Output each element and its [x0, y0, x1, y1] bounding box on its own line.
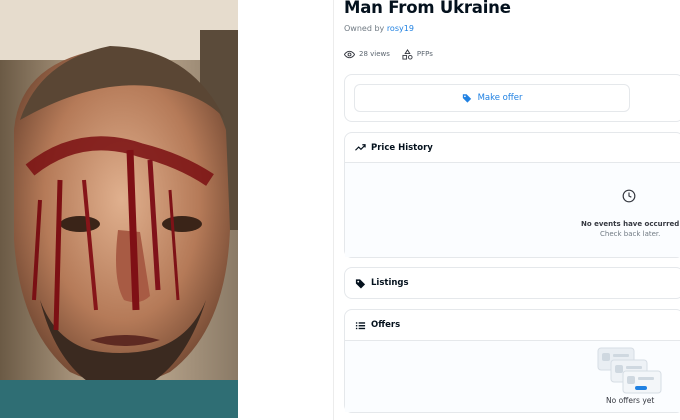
collection-stat[interactable]: PFPs	[402, 48, 433, 60]
owned-by-label: Owned by	[344, 24, 385, 33]
offers-header[interactable]: Offers	[345, 310, 680, 340]
tag-icon	[355, 278, 366, 289]
media-column	[0, 0, 336, 420]
eye-icon	[344, 49, 355, 60]
no-events-subtitle: Check back later.	[600, 230, 661, 238]
nft-photo	[0, 0, 238, 418]
no-events-title: No events have occurred yet	[581, 220, 680, 228]
nft-image[interactable]	[0, 0, 238, 418]
price-history-panel: Price History No events have occurred ye…	[344, 132, 680, 258]
list-icon	[355, 320, 366, 331]
empty-offers-illustration-icon	[597, 347, 662, 394]
offers-body: No offers yet	[345, 340, 680, 412]
item-title: Man From Ukraine	[344, 0, 511, 17]
item-stats: 28 views PFPs	[344, 48, 445, 60]
no-offers-text: No offers yet	[606, 396, 655, 405]
item-info-column: Man From Ukraine Owned by rosy19 28 view…	[344, 0, 680, 420]
price-history-body: No events have occurred yet Check back l…	[345, 162, 680, 257]
make-offer-button[interactable]: Make offer	[354, 84, 630, 112]
trending-icon	[355, 142, 366, 153]
tag-icon	[462, 93, 472, 103]
views-stat: 28 views	[344, 49, 390, 60]
listings-panel: Listings	[344, 267, 680, 299]
price-history-header[interactable]: Price History	[345, 133, 680, 162]
shapes-icon	[402, 48, 413, 60]
column-divider	[333, 0, 334, 420]
offers-panel: Offers No offers yet	[344, 309, 680, 413]
owner-line: Owned by rosy19	[344, 24, 414, 33]
offers-title: Offers	[371, 320, 401, 330]
make-offer-label: Make offer	[477, 93, 523, 103]
listings-header[interactable]: Listings	[345, 268, 680, 298]
listings-title: Listings	[371, 278, 409, 288]
owner-link[interactable]: rosy19	[387, 24, 414, 33]
price-history-title: Price History	[371, 142, 433, 153]
offer-panel: Make offer	[344, 74, 680, 122]
clock-icon	[622, 189, 636, 203]
collection-tag: PFPs	[416, 50, 433, 58]
views-count: 28 views	[359, 50, 390, 58]
